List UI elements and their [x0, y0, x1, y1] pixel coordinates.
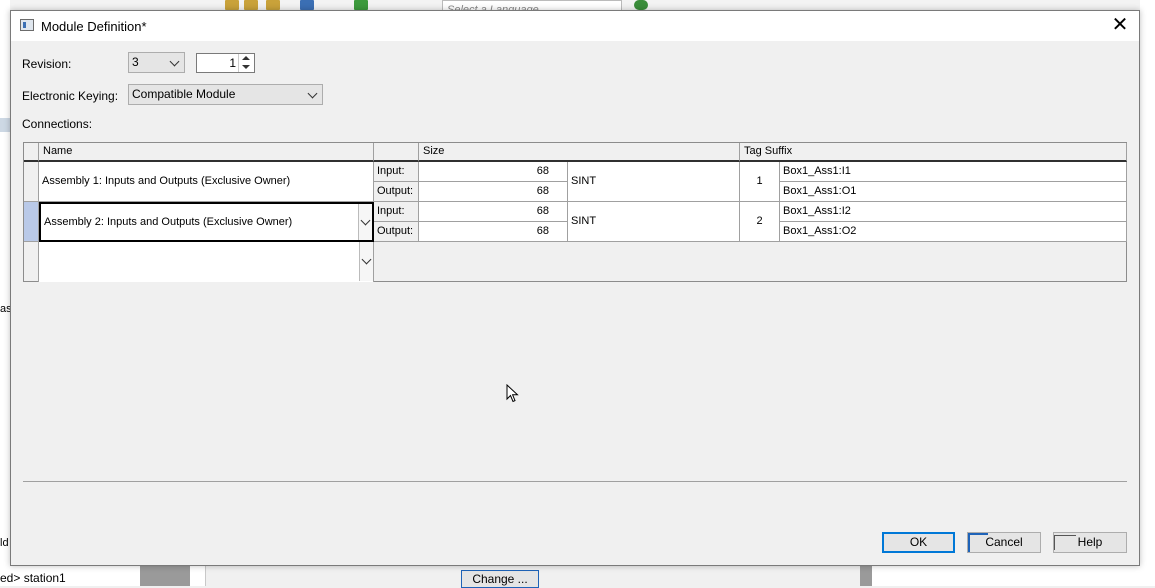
background-dark-region	[140, 565, 190, 586]
toolbar-icon[interactable]	[354, 0, 368, 10]
electronic-keying-select[interactable]: Compatible Module	[128, 84, 323, 105]
connection-name-value: Assembly 2: Inputs and Outputs (Exclusiv…	[44, 216, 293, 228]
chevron-down-icon	[307, 88, 318, 99]
output-size-cell[interactable]: 68	[419, 222, 568, 242]
chevron-down-icon	[360, 215, 371, 226]
station-label: ed> station1	[0, 571, 66, 585]
output-size-cell[interactable]: 68	[419, 182, 568, 202]
input-size-cell[interactable]: 68	[419, 162, 568, 182]
row-header-selected[interactable]	[24, 202, 39, 242]
module-icon	[20, 19, 34, 31]
column-header-io[interactable]	[374, 143, 419, 162]
chevron-down-icon	[169, 56, 180, 67]
connections-grid: Name Size Tag Suffix Assembly 1: Inputs …	[23, 142, 1127, 282]
data-type-cell[interactable]: SINT	[568, 202, 740, 242]
background-left-panel: ase ld	[0, 0, 10, 586]
dialog-title: Module Definition*	[41, 19, 147, 34]
input-size-cell[interactable]: 68	[419, 202, 568, 222]
spin-up-icon[interactable]	[242, 56, 250, 60]
ok-button[interactable]: OK	[882, 532, 955, 553]
close-button[interactable]: ✕	[1109, 15, 1131, 37]
revision-minor-value: 1	[229, 56, 236, 70]
new-connection-dropdown[interactable]	[359, 242, 373, 281]
connection-name-cell[interactable]: Assembly 1: Inputs and Outputs (Exclusiv…	[39, 162, 374, 202]
module-definition-dialog: Module Definition* ✕ Revision: 3 1 Elect…	[10, 10, 1140, 566]
connection-name-dropdown[interactable]	[358, 204, 372, 240]
cutoff-text: ase	[0, 303, 10, 315]
mouse-cursor-icon	[506, 384, 519, 403]
dialog-titlebar[interactable]: Module Definition* ✕	[11, 11, 1139, 41]
data-type-cell[interactable]: SINT	[568, 162, 740, 202]
separator-line	[23, 481, 1127, 482]
input-label: Input:	[374, 202, 419, 222]
row-header-corner	[24, 143, 39, 162]
toolbar-icon[interactable]	[266, 0, 280, 10]
connections-label: Connections:	[22, 117, 93, 131]
background-tree-item	[0, 118, 10, 132]
cancel-button-label: Cancel	[985, 535, 1023, 549]
electronic-keying-value: Compatible Module	[132, 87, 236, 101]
globe-icon[interactable]	[634, 0, 648, 10]
column-header-name[interactable]: Name	[39, 143, 374, 162]
revision-major-select[interactable]: 3	[128, 52, 185, 73]
connection-name-select[interactable]: Assembly 2: Inputs and Outputs (Exclusiv…	[39, 202, 374, 242]
chevron-down-icon	[361, 254, 372, 265]
revision-major-value: 3	[132, 55, 139, 69]
toolbar-icon[interactable]	[225, 0, 239, 10]
toolbar-icon[interactable]	[244, 0, 258, 10]
output-label: Output:	[374, 222, 419, 242]
cancel-button[interactable]: Cancel	[967, 532, 1041, 553]
row-header[interactable]	[24, 162, 39, 202]
output-tag-cell: Box1_Ass1:O2	[780, 222, 1127, 242]
assembly-index-cell: 2	[740, 202, 780, 242]
focus-marker	[968, 533, 988, 552]
row-header-new[interactable]	[24, 242, 39, 282]
help-button[interactable]: Help	[1053, 532, 1127, 553]
assembly-index-cell: 1	[740, 162, 780, 202]
toolbar-icon[interactable]	[300, 0, 314, 10]
output-tag-cell: Box1_Ass1:O1	[780, 182, 1127, 202]
background-dark-region	[860, 565, 872, 586]
revision-minor-stepper[interactable]: 1	[196, 53, 255, 73]
spin-down-icon[interactable]	[242, 65, 250, 69]
spinner-buttons[interactable]	[238, 54, 254, 72]
help-button-label: Help	[1077, 535, 1103, 549]
input-label: Input:	[374, 162, 419, 182]
new-connection-select[interactable]	[39, 242, 374, 282]
grid-empty-area	[374, 242, 1127, 282]
background-right-panel	[1140, 0, 1155, 586]
cutoff-text: ld	[0, 537, 9, 549]
electronic-keying-label: Electronic Keying:	[22, 89, 119, 103]
input-tag-cell: Box1_Ass1:I2	[780, 202, 1127, 222]
focus-marker	[1054, 535, 1076, 550]
revision-label: Revision:	[22, 57, 72, 71]
change-button[interactable]: Change ...	[461, 570, 539, 588]
output-label: Output:	[374, 182, 419, 202]
column-header-size[interactable]: Size	[419, 143, 740, 162]
column-header-tag-suffix[interactable]: Tag Suffix	[740, 143, 1127, 162]
input-tag-cell: Box1_Ass1:I1	[780, 162, 1127, 182]
background-status-area: ed> station1 Change ...	[0, 565, 1155, 588]
